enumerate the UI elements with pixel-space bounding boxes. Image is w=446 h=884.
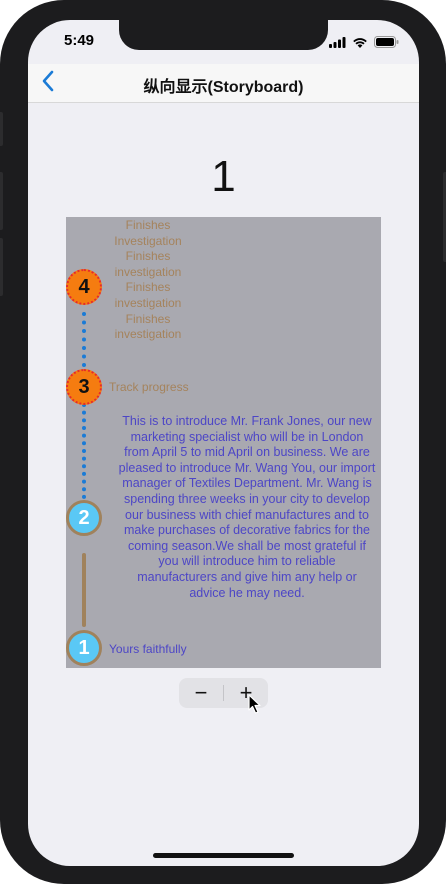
node-1-label: Yours faithfully: [109, 642, 187, 656]
mute-switch: [0, 112, 3, 146]
notch: [119, 20, 328, 50]
node-4-line: Finishes: [125, 249, 171, 264]
status-icons: [329, 35, 399, 53]
wifi-icon: [352, 35, 368, 53]
timeline-node-3: 3: [66, 369, 102, 405]
node-4-line: investigation: [114, 327, 182, 342]
timeline-connector-3-2: [82, 403, 86, 499]
status-time: 5:49: [64, 32, 95, 49]
home-indicator: [153, 853, 294, 858]
node-4-line: Finishes: [125, 280, 171, 295]
timeline-node-2: 2: [66, 500, 102, 536]
timeline-node-4: 4: [66, 269, 102, 305]
navigation-bar: 纵向显示(Storyboard): [28, 64, 419, 103]
node-4-line: Finishes: [125, 311, 171, 326]
node-4-line: Finishes: [125, 218, 171, 232]
volume-down-button: [0, 238, 3, 296]
signal-icon: [329, 35, 346, 53]
node-2-body-text: This is to introduce Mr. Frank Jones, ou…: [118, 414, 376, 600]
timeline-node-3-number: 3: [78, 375, 90, 398]
timeline-node-1: 1: [66, 630, 102, 666]
volume-up-button: [0, 172, 3, 230]
timeline-node-4-number: 4: [78, 275, 90, 298]
nav-title: 纵向显示(Storyboard): [143, 79, 304, 96]
phone-frame: 5:49 纵向显示(Storyboard) 1 4 Finishes Inves…: [0, 0, 446, 884]
decrement-button[interactable]: −: [179, 678, 223, 708]
node-4-line: Investigation: [114, 233, 182, 248]
timeline-connector-2-1: [82, 553, 86, 627]
node-4-line: investigation: [114, 264, 182, 279]
timeline-panel: 4 Finishes Investigation Finishes invest…: [66, 217, 381, 668]
timeline-node-1-number: 1: [78, 636, 90, 659]
battery-icon: [374, 35, 399, 53]
counter-value: 1: [211, 152, 236, 201]
timeline-connector-4-3: [82, 312, 86, 367]
node-3-label: Track progress: [109, 380, 189, 394]
timeline-node-2-number: 2: [78, 506, 90, 529]
node-4-text: Finishes Investigation Finishes investig…: [108, 218, 188, 343]
node-4-line: investigation: [114, 295, 182, 310]
cursor-arrow-icon: [248, 694, 262, 719]
screen: 5:49 纵向显示(Storyboard) 1 4 Finishes Inves…: [28, 20, 419, 866]
